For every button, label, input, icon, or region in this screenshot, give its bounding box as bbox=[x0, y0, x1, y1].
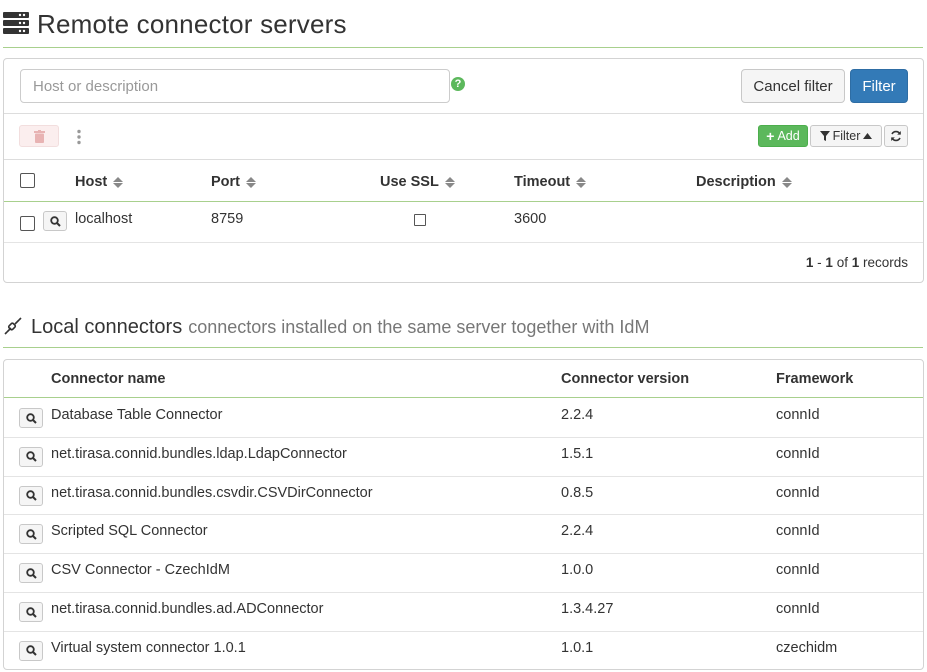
cell-connector-name: CSV Connector - CzechIdM bbox=[51, 562, 230, 579]
pagination-info: 1 - 1 of 1 records bbox=[805, 255, 908, 270]
select-all-checkbox[interactable] bbox=[20, 173, 35, 188]
header-divider bbox=[4, 201, 923, 202]
cancel-filter-button[interactable]: Cancel filter bbox=[741, 69, 845, 103]
cell-framework: connId bbox=[776, 445, 820, 462]
connector-detail-button[interactable] bbox=[19, 485, 43, 506]
sort-icon bbox=[444, 176, 455, 188]
cell-connector-name: net.tirasa.connid.bundles.ad.ADConnector bbox=[51, 601, 324, 617]
add-label: Add bbox=[777, 129, 800, 143]
cell-framework: connId bbox=[776, 523, 820, 540]
cell-framework: connId bbox=[776, 562, 820, 579]
row-divider bbox=[4, 553, 923, 555]
column-header-use-ssl[interactable]: Use SSL bbox=[380, 174, 455, 190]
column-header-timeout[interactable]: Timeout bbox=[514, 174, 587, 190]
filter-toggle-label: Filter bbox=[832, 129, 861, 143]
cell-connector-version: 1.5.1 bbox=[561, 445, 594, 462]
connector-detail-button[interactable] bbox=[19, 563, 43, 584]
column-header-port[interactable]: Port bbox=[211, 174, 256, 190]
funnel-icon bbox=[819, 131, 830, 141]
local-connectors-header: Local connectors connectors installed on… bbox=[3, 313, 649, 341]
row-divider bbox=[4, 514, 923, 516]
connector-detail-button[interactable] bbox=[19, 640, 43, 661]
connector-detail-button[interactable] bbox=[19, 446, 43, 467]
cell-connector-name: net.tirasa.connid.bundles.ldap.LdapConne… bbox=[51, 445, 347, 462]
cell-connector-version: 1.3.4.27 bbox=[561, 601, 614, 617]
column-header-host[interactable]: Host bbox=[75, 174, 124, 190]
row-divider bbox=[4, 630, 923, 632]
cell-connector-version: 1.0.0 bbox=[561, 562, 594, 579]
connector-detail-button[interactable] bbox=[19, 524, 43, 545]
cell-framework: connId bbox=[776, 601, 820, 617]
more-actions-icon[interactable] bbox=[76, 129, 82, 145]
row-detail-button[interactable] bbox=[43, 211, 67, 231]
row-checkbox[interactable] bbox=[20, 216, 35, 231]
cell-framework: connId bbox=[776, 484, 820, 501]
search-input[interactable] bbox=[20, 69, 450, 103]
toolbar-divider bbox=[4, 113, 923, 114]
section-subtitle: connectors installed on the same server … bbox=[188, 316, 650, 337]
column-header-framework: Framework bbox=[776, 371, 854, 387]
search-icon bbox=[25, 490, 37, 501]
search-icon bbox=[25, 606, 37, 618]
local-connectors-panel: Connector name Connector version Framewo… bbox=[3, 359, 924, 670]
cell-connector-name: Virtual system connector 1.0.1 bbox=[51, 639, 246, 656]
table-top-divider bbox=[4, 159, 923, 160]
section-title: Local connectors bbox=[31, 315, 183, 338]
sort-icon bbox=[576, 176, 587, 188]
trash-icon bbox=[33, 129, 45, 143]
section-divider bbox=[3, 347, 923, 348]
remote-servers-panel: ? Cancel filter Filter + Add Filter bbox=[3, 58, 924, 283]
add-button[interactable]: + Add bbox=[758, 125, 808, 147]
delete-button[interactable] bbox=[19, 125, 59, 147]
search-icon bbox=[25, 412, 37, 424]
server-stack-icon bbox=[3, 11, 29, 38]
refresh-icon bbox=[891, 130, 901, 142]
cell-connector-version: 2.2.4 bbox=[561, 523, 594, 540]
filter-toggle-button[interactable]: Filter bbox=[810, 125, 882, 147]
cell-connector-version: 0.8.5 bbox=[561, 484, 594, 501]
column-header-description[interactable]: Description bbox=[696, 174, 792, 190]
remote-servers-header: Remote connector servers bbox=[3, 6, 347, 42]
header-divider bbox=[4, 397, 923, 398]
cell-framework: connId bbox=[776, 407, 820, 423]
sort-icon bbox=[246, 176, 256, 188]
search-icon bbox=[25, 529, 37, 540]
cell-connector-version: 2.2.4 bbox=[561, 407, 594, 423]
row-divider bbox=[4, 436, 923, 438]
sort-icon bbox=[781, 176, 792, 188]
search-icon bbox=[49, 215, 61, 227]
help-icon[interactable]: ? bbox=[451, 77, 465, 91]
cell-connector-name: Scripted SQL Connector bbox=[51, 523, 208, 540]
cell-host: localhost bbox=[75, 211, 133, 227]
section-divider bbox=[3, 47, 923, 48]
caret-up-icon bbox=[863, 133, 873, 139]
page-title: Remote connector servers bbox=[37, 8, 347, 39]
cell-connector-name: net.tirasa.connid.bundles.csvdir.CSVDirC… bbox=[51, 484, 373, 501]
search-icon bbox=[25, 567, 37, 579]
row-divider bbox=[4, 475, 923, 477]
plus-icon: + bbox=[766, 128, 775, 144]
row-divider bbox=[4, 592, 923, 593]
cell-port: 8759 bbox=[211, 211, 244, 227]
filter-button[interactable]: Filter bbox=[850, 69, 908, 103]
search-icon bbox=[25, 451, 37, 463]
connector-detail-button[interactable] bbox=[19, 602, 43, 622]
cell-connector-name: Database Table Connector bbox=[51, 407, 223, 423]
cell-use-ssl-checkbox bbox=[414, 214, 426, 226]
refresh-button[interactable] bbox=[884, 125, 908, 147]
sort-icon bbox=[113, 176, 124, 188]
cell-framework: czechidm bbox=[776, 639, 838, 656]
cell-timeout: 3600 bbox=[514, 211, 547, 227]
row-divider bbox=[4, 242, 923, 243]
column-header-connector-name: Connector name bbox=[51, 371, 166, 387]
connector-detail-button[interactable] bbox=[19, 408, 43, 428]
link-icon bbox=[3, 316, 23, 339]
column-header-connector-version: Connector version bbox=[561, 371, 690, 387]
cell-connector-version: 1.0.1 bbox=[561, 639, 594, 656]
search-icon bbox=[25, 645, 37, 657]
